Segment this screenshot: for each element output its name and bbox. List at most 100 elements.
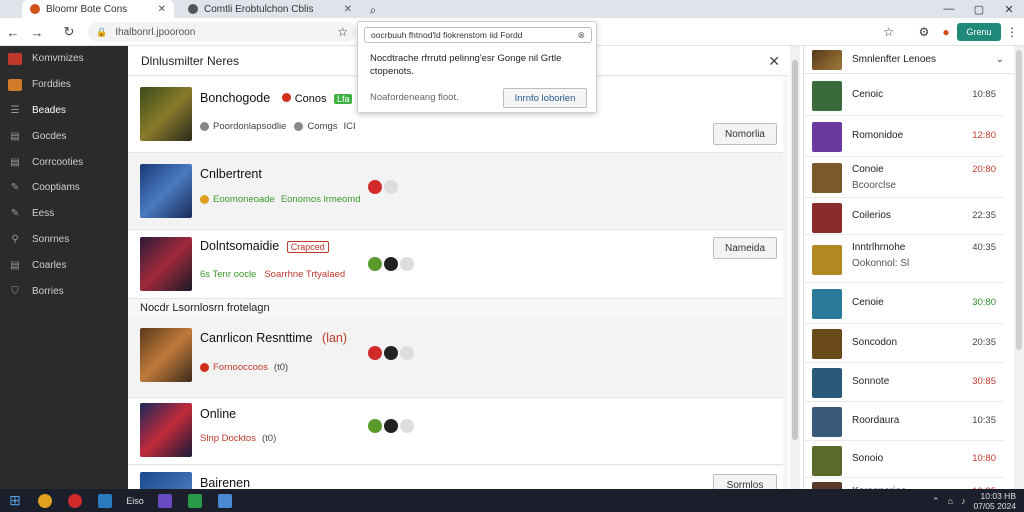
platform-icons [368,180,398,194]
start-button[interactable]: ⊞ [0,489,30,512]
sidebar-item-label: Forddies [32,79,71,91]
sidebar-item[interactable]: Komvmizes [0,46,128,72]
close-window-button[interactable]: ✕ [994,0,1024,18]
tab-inactive[interactable]: Comtli Erobtulchon Cblis ✕ [180,0,360,18]
search-input[interactable]: oocrbuuh fhtnod'ld fiokrenstom iid Fordd… [364,27,592,43]
sidebar-item[interactable]: ▤ Coarles [0,252,128,278]
row-name: Coilerios [852,210,891,221]
address-bar[interactable]: 🔒 Ihalbonrl.jpooroon ☆ [88,22,356,42]
chevron-down-icon[interactable]: ⌄ [996,54,1004,65]
info-icon [400,257,414,271]
minimize-button[interactable]: — [934,0,964,18]
sidebar-item[interactable]: ✎ Cooptiams [0,175,128,201]
row-name: Inntrlhrnohe [852,242,906,253]
taskbar-app[interactable] [30,489,60,512]
scrollbar-thumb[interactable] [1016,50,1022,350]
sidebar-item[interactable]: ▤ Gocdes [0,123,128,149]
row-thumbnail [812,329,842,359]
folder-icon: ▤ [10,130,20,142]
list-item[interactable]: Online Slnp Docktos (t0) [128,399,783,465]
heart-icon [368,346,382,360]
card-title-text: Bonchogode [200,91,271,105]
right-panel-header[interactable]: Smnlenfter Lenoes ⌄ [804,46,1014,74]
sidebar-item[interactable]: ✎ Eess [0,201,128,227]
schedule-row[interactable]: Koronnorioo10:85 [804,478,1004,489]
profile-extension-icon[interactable]: ● [938,24,954,40]
sidebar-item[interactable]: Forddies [0,72,128,98]
user-icon [384,257,398,271]
schedule-row[interactable]: Cenoic 10:85 [804,76,1004,116]
forward-button[interactable]: → [28,23,46,41]
taskbar-app[interactable]: Eiso [120,489,150,512]
game-poster [140,87,192,141]
taskbar-app[interactable] [90,489,120,512]
sidebar-item[interactable]: ⚲ Sonrnes [0,227,128,253]
toolbar-button[interactable]: Grenu [957,23,1001,41]
schedule-row[interactable]: Conoie Bcoorclse 20:80 [804,158,1004,198]
close-icon[interactable]: ✕ [768,53,780,70]
card-sub-text: Eonomos lrmeomd [280,194,361,205]
right-panel-scrollbar[interactable] [1014,46,1024,489]
list-item[interactable]: Bairenen Sormlos [128,466,783,489]
card-title: Online [200,407,237,421]
menu-icon[interactable]: ⋮ [1004,24,1020,40]
sidebar-item[interactable]: ▤ Corrcooties [0,149,128,175]
back-button[interactable]: ← [4,23,22,41]
row-time: 20:35 [972,337,996,348]
status-badge: Lfa [333,94,353,104]
taskbar-app[interactable] [180,489,210,512]
main-scrollbar[interactable] [790,46,800,489]
schedule-row[interactable]: Soncodon 20:35 [804,325,1004,363]
app-icon [158,493,172,508]
search-input-value: oocrbuuh fhtnod'ld fiokrenstom iid Fordd [371,30,523,40]
maximize-button[interactable]: ▢ [964,0,994,18]
clear-icon[interactable]: ⊗ [577,30,585,41]
scrollbar-thumb[interactable] [792,60,798,440]
popup-action-button[interactable]: Inrnfo loborlen [503,88,587,108]
tab-close-icon[interactable]: ✕ [344,4,352,15]
clock[interactable]: 10:03 HB 07/05 2024 [973,491,1016,511]
search-icon[interactable]: ⌕ [366,2,380,18]
heart-icon [368,257,382,271]
schedule-row[interactable]: Coilerios 22:35 [804,199,1004,235]
sidebar-item[interactable]: ☰ Beades [0,98,128,124]
schedule-row[interactable]: Cenoie 30:80 [804,284,1004,324]
taskbar-app[interactable] [60,489,90,512]
taskbar-label: Eiso [126,495,144,506]
row-thumbnail [812,289,842,319]
tab-close-icon[interactable]: ✕ [158,4,166,15]
list-item[interactable]: Cnlbertrent Eoomoneoade Eonomos lrmeomd [128,154,783,230]
extension-icon[interactable]: ⚙ [916,24,932,40]
chevron-up-icon[interactable]: ⌃ [932,496,940,507]
sidebar-item-label: Corrcooties [32,156,84,168]
list-item[interactable]: Canrlicon Resnttime (lan) Fornooccoos (t… [128,318,783,398]
card-action-button[interactable]: Nameida [713,237,777,259]
card-action-button[interactable]: Nomorlia [713,123,777,145]
taskbar-app[interactable] [210,489,240,512]
card-sub-text: Eoomoneoade [213,194,275,205]
bookmark-star-icon[interactable]: ☆ [337,25,348,39]
tab-active[interactable]: Bloomr Bote Cons ✕ [22,0,174,18]
address-text: Ihalbonrl.jpooroon [115,26,196,38]
tab-favicon-icon [30,4,40,14]
reload-button[interactable]: ↻ [60,23,78,41]
taskbar-app[interactable] [150,489,180,512]
schedule-row[interactable]: Romonidoe 12:80 [804,117,1004,157]
shield-icon [68,493,82,508]
list-item[interactable]: Dolntsomaidie Crapced 6s Tenr oocle Soar… [128,231,783,299]
windows-icon: ⊞ [9,492,21,508]
schedule-row[interactable]: Roordaura 10:35 [804,403,1004,441]
schedule-row[interactable]: Sonoio 10:80 [804,442,1004,478]
tool-icon: ✎ [10,182,20,194]
schedule-row[interactable]: Sonnote 30:85 [804,364,1004,402]
status-dot-icon [200,363,209,372]
row-time: 10:80 [972,453,996,464]
sidebar-item[interactable]: ⛉ Borries [0,278,128,304]
volume-icon[interactable]: ♪ [961,496,966,506]
card-sub-text: Comgs [307,121,338,132]
info-icon [400,346,414,360]
card-action-button[interactable]: Sormlos [713,474,777,489]
schedule-row[interactable]: Inntrlhrnohe Ookonnol: Sl 40:35 [804,236,1004,283]
network-icon[interactable]: ⌂ [948,496,953,506]
bookmark-star-icon[interactable]: ☆ [600,22,900,42]
